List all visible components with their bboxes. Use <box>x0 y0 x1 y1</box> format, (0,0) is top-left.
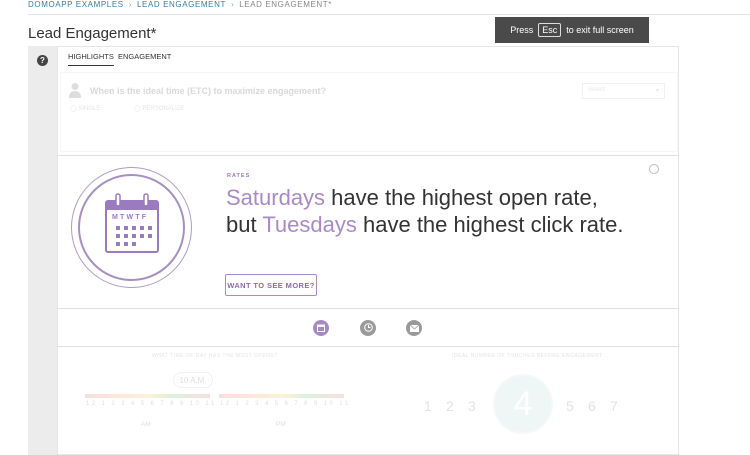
best-time-pill: 10 A.M. <box>173 372 213 388</box>
touch-number: 3 <box>468 398 476 414</box>
pm-hour-bar <box>219 394 344 398</box>
am-hour-bar <box>85 394 210 398</box>
am-label: AM <box>141 421 151 428</box>
am-hour-labels: 12 1 2 3 4 5 6 7 8 9 10 11 <box>86 401 217 407</box>
touch-number: 6 <box>588 398 596 414</box>
touch-highlight: 4 <box>493 374 553 434</box>
pm-label: PM <box>276 421 286 428</box>
time-of-day-title: WHAT TIME OF DAY HAS THE MOST OPENS? <box>152 353 278 359</box>
touches-title: IDEAL NUMBER OF TOUCHES BEFORE ENGAGEMEN… <box>452 353 603 359</box>
touch-number: 5 <box>566 398 574 414</box>
touch-number: 7 <box>610 398 618 414</box>
pm-hour-labels: 12 1 2 3 4 5 6 7 8 9 10 11 <box>220 401 351 407</box>
touch-number: 1 <box>424 398 432 414</box>
touch-number: 2 <box>446 398 454 414</box>
engagement-preview: WHAT TIME OF DAY HAS THE MOST OPENS? 10 … <box>0 0 750 455</box>
